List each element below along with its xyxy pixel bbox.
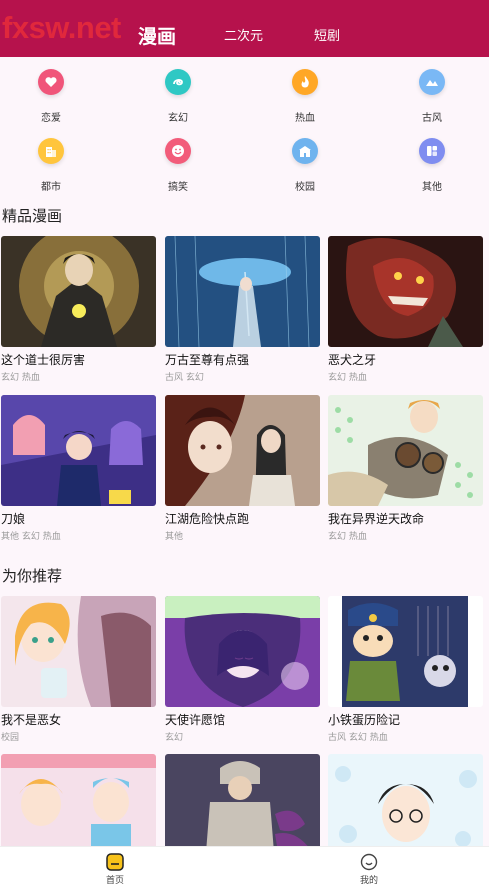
comic-card[interactable]: 我在异界逆天改命 玄幻 热血 (328, 395, 483, 542)
category-fantasy[interactable]: 玄幻 (138, 69, 218, 124)
category-label: 热血 (295, 113, 315, 124)
comic-tags: 古风 玄幻 (165, 373, 204, 383)
smile-icon (165, 138, 191, 164)
category-label: 校园 (295, 182, 315, 193)
tab-comics[interactable]: 漫画 (138, 0, 176, 57)
comic-cover[interactable] (328, 596, 483, 707)
category-urban[interactable]: 都市 (11, 138, 91, 193)
tab-short-drama[interactable]: 短剧 (314, 0, 340, 57)
comic-cover[interactable] (165, 236, 320, 347)
building-icon (38, 138, 64, 164)
category-label: 搞笑 (168, 182, 188, 193)
comic-title: 小铁蛋历险记 (328, 713, 401, 727)
comic-cover[interactable] (165, 596, 320, 707)
comic-title: 我在异界逆天改命 (328, 512, 425, 526)
comic-cover[interactable] (328, 236, 483, 347)
category-comedy[interactable]: 搞笑 (138, 138, 218, 193)
comic-cover[interactable] (165, 395, 320, 506)
tab-anime[interactable]: 二次元 (224, 0, 263, 57)
comic-tags: 玄幻 热血 (328, 532, 367, 542)
comic-tags: 古风 玄幻 热血 (328, 733, 388, 743)
school-icon (292, 138, 318, 164)
category-label: 都市 (41, 182, 61, 193)
comic-title: 天使许愿馆 (165, 713, 226, 727)
category-school[interactable]: 校园 (265, 138, 345, 193)
comic-card[interactable]: 刀娘 其他 玄幻 热血 (1, 395, 156, 542)
comic-title: 我不是恶女 (1, 713, 62, 727)
comic-title: 恶犬之牙 (328, 353, 377, 367)
section-title-featured: 精品漫画 (2, 207, 63, 225)
bottom-nav: 首页 我的 (0, 846, 489, 891)
comic-tags: 玄幻 (165, 733, 184, 743)
flame-icon (292, 69, 318, 95)
comic-card[interactable]: 恶犬之牙 玄幻 热血 (328, 236, 483, 383)
category-other[interactable]: 其他 (392, 138, 472, 193)
category-ancient[interactable]: 古风 (392, 69, 472, 124)
more-icon (419, 138, 445, 164)
watermark: fxsw.net (2, 10, 121, 45)
nav-label: 首页 (105, 876, 124, 886)
comic-card[interactable]: 江湖危险快点跑 其他 (165, 395, 320, 542)
category-label: 其他 (422, 182, 442, 193)
comic-tags: 校园 (1, 733, 20, 743)
mountain-icon (419, 69, 445, 95)
comic-title: 万古至尊有点强 (165, 353, 250, 367)
comic-card[interactable]: 万古至尊有点强 古风 玄幻 (165, 236, 320, 383)
comic-card[interactable]: 我不是恶女 校园 (1, 596, 156, 743)
comic-card[interactable]: 这个道士很厉害 玄幻 热血 (1, 236, 156, 383)
nav-home[interactable]: 首页 (85, 847, 145, 886)
comic-card[interactable]: 小铁蛋历险记 古风 玄幻 热血 (328, 596, 483, 743)
top-bar: fxsw.net 漫画 二次元 短剧 (0, 0, 489, 57)
comic-title: 刀娘 (1, 512, 26, 526)
comic-cover[interactable] (1, 596, 156, 707)
comic-cover[interactable] (1, 395, 156, 506)
nav-profile[interactable]: 我的 (339, 847, 399, 886)
section-title-recommended: 为你推荐 (2, 567, 63, 585)
category-romance[interactable]: 恋爱 (11, 69, 91, 124)
profile-icon (360, 853, 378, 871)
comic-card[interactable]: 天使许愿馆 玄幻 (165, 596, 320, 743)
category-label: 玄幻 (168, 113, 188, 124)
swirl-icon (165, 69, 191, 95)
comic-tags: 其他 玄幻 热血 (1, 532, 61, 542)
comic-cover[interactable] (328, 395, 483, 506)
heart-icon (38, 69, 64, 95)
category-label: 恋爱 (41, 113, 61, 124)
comic-tags: 玄幻 热血 (1, 373, 40, 383)
nav-label: 我的 (359, 876, 378, 886)
category-label: 古风 (422, 113, 442, 124)
comic-tags: 玄幻 热血 (328, 373, 367, 383)
comic-title: 江湖危险快点跑 (165, 512, 250, 526)
comic-title: 这个道士很厉害 (1, 353, 86, 367)
category-action[interactable]: 热血 (265, 69, 345, 124)
comic-cover[interactable] (1, 236, 156, 347)
home-icon (106, 853, 124, 871)
comic-tags: 其他 (165, 532, 184, 542)
